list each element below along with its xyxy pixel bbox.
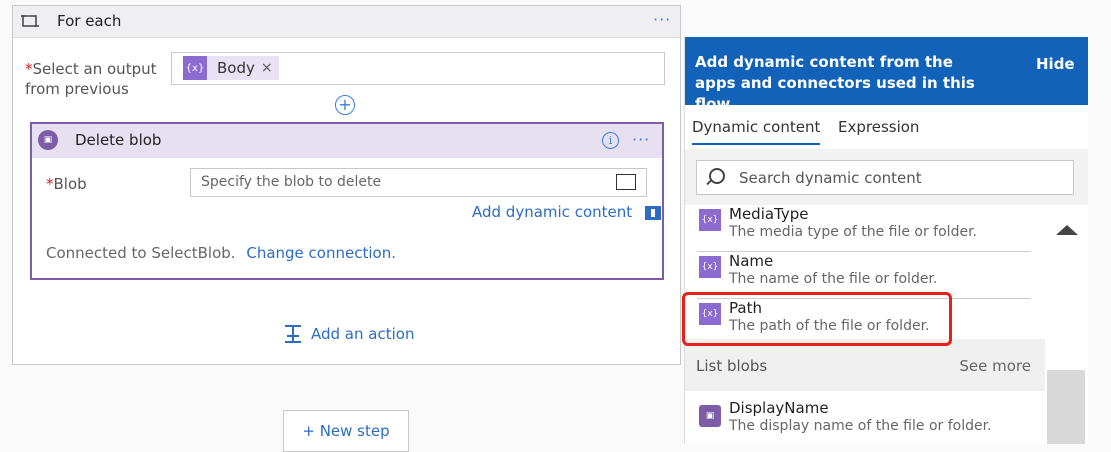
list-item-displayname[interactable]: ▣ DisplayName The display name of the fi…	[697, 399, 1031, 444]
delete-blob-title: Delete blob	[75, 131, 162, 149]
item-name: MediaType	[729, 205, 809, 223]
panel-header-text: Add dynamic content from the apps and co…	[695, 53, 975, 113]
tab-dynamic-content[interactable]: Dynamic content	[692, 118, 821, 145]
list-blobs-section: List blobs See more	[685, 339, 1045, 391]
select-output-label: *Select an output from previous	[25, 60, 157, 98]
blob-label: *Blob	[46, 175, 87, 193]
item-name: DisplayName	[729, 399, 829, 417]
highlight-box	[682, 292, 952, 346]
scroll-thumb[interactable]	[1047, 370, 1085, 444]
insert-step-button[interactable]: +	[335, 95, 355, 115]
delete-blob-menu-icon[interactable]: ···	[632, 130, 650, 149]
folder-icon[interactable]	[616, 174, 636, 190]
scroll-up-icon[interactable]	[1056, 225, 1078, 235]
connection-info: Connected to SelectBlob. Change connecti…	[46, 244, 396, 262]
delete-blob-card: ▣ Delete blob i ··· *Blob Add dynamic co…	[30, 122, 664, 280]
item-desc: The display name of the file or folder.	[729, 418, 992, 434]
variable-icon: {x}	[699, 209, 721, 231]
body-token[interactable]: {x} Body ×	[183, 56, 279, 80]
for-each-header[interactable]: For each ···	[13, 6, 680, 38]
item-desc: The name of the file or folder.	[729, 271, 938, 287]
scrollbar[interactable]	[1045, 205, 1088, 444]
variable-icon: {x}	[699, 256, 721, 278]
add-dynamic-content-link[interactable]: Add dynamic content	[472, 202, 662, 221]
add-action-button[interactable]: Add an action	[283, 324, 414, 344]
add-action-label: Add an action	[311, 325, 415, 343]
body-token-label: Body	[217, 59, 255, 77]
add-action-icon	[285, 325, 301, 343]
panel-header: Add dynamic content from the apps and co…	[685, 37, 1088, 113]
remove-token-icon[interactable]: ×	[261, 60, 273, 76]
blob-input-box	[190, 168, 647, 197]
blob-storage-icon: ▣	[38, 130, 58, 150]
loop-icon	[21, 15, 39, 27]
blob-input[interactable]	[191, 169, 601, 194]
section-title: List blobs	[696, 357, 768, 375]
tab-expression[interactable]: Expression	[838, 118, 919, 136]
new-step-button[interactable]: + New step	[283, 410, 409, 452]
search-icon	[709, 168, 725, 184]
for-each-card: For each ··· *Select an output from prev…	[12, 5, 681, 365]
dynamic-content-icon	[645, 205, 662, 220]
list-item-mediatype[interactable]: {x} MediaType The media type of the file…	[697, 205, 1031, 252]
dynamic-content-panel: Add dynamic content from the apps and co…	[684, 37, 1088, 444]
item-name: Name	[729, 252, 774, 270]
select-output-field[interactable]: {x} Body ×	[171, 52, 665, 85]
change-connection-link[interactable]: Change connection.	[246, 244, 396, 262]
connected-text: Connected to SelectBlob.	[46, 244, 236, 262]
hide-button[interactable]: Hide	[1036, 55, 1075, 73]
add-dynamic-content-label: Add dynamic content	[472, 203, 633, 221]
blob-storage-icon: ▣	[699, 405, 721, 427]
search-box	[696, 160, 1074, 195]
search-input[interactable]	[737, 165, 1061, 191]
for-each-title: For each	[57, 12, 122, 30]
item-desc: The media type of the file or folder.	[729, 224, 977, 240]
see-more-link[interactable]: See more	[959, 357, 1031, 375]
info-icon[interactable]: i	[602, 132, 619, 149]
delete-blob-header[interactable]: ▣ Delete blob i ···	[32, 124, 662, 158]
for-each-menu-icon[interactable]: ···	[653, 10, 671, 29]
variable-icon: {x}	[183, 56, 207, 80]
